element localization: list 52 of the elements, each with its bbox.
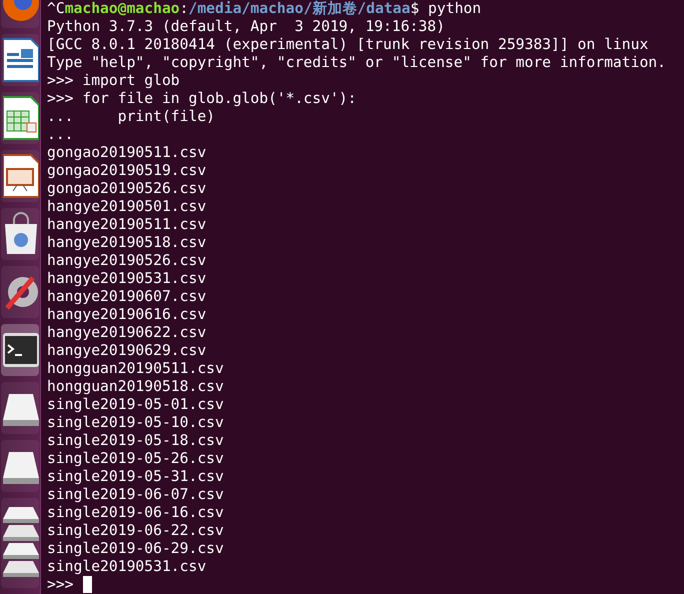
output-line: hangye20190526.csv bbox=[47, 252, 206, 270]
launcher-item[interactable] bbox=[1, 324, 39, 376]
output-line: hongguan20190518.csv bbox=[47, 378, 224, 396]
spreadsheet-icon bbox=[3, 95, 39, 141]
presentation-icon bbox=[3, 153, 39, 199]
output-line: hangye20190616.csv bbox=[47, 306, 206, 324]
output-line: >>> for file in glob.glob('*.csv'): bbox=[47, 90, 356, 108]
output-line: >>> import glob bbox=[47, 72, 180, 90]
terminal-icon bbox=[3, 331, 39, 369]
output-line: hangye20190531.csv bbox=[47, 270, 206, 288]
output-line: hangye20190511.csv bbox=[47, 216, 206, 234]
prompt-text: ^C bbox=[47, 0, 65, 18]
output-line: hongguan20190511.csv bbox=[47, 360, 224, 378]
text-cursor bbox=[82, 576, 92, 593]
output-line: Python 3.7.3 (default, Apr 3 2019, 19:16:38) bbox=[47, 18, 445, 36]
working-path: /media/machao/新加卷/dataa bbox=[188, 0, 410, 18]
output-line: gongao20190519.csv bbox=[47, 162, 206, 180]
launcher-item[interactable] bbox=[1, 208, 39, 260]
output-line: single2019-05-26.csv bbox=[47, 450, 224, 468]
shopping-bag-icon bbox=[3, 212, 39, 256]
output-line: single2019-05-31.csv bbox=[47, 468, 224, 486]
output-line: hangye20190607.csv bbox=[47, 288, 206, 306]
launcher-item[interactable] bbox=[1, 92, 39, 144]
output-line: hangye20190518.csv bbox=[47, 234, 206, 252]
document-icon bbox=[3, 37, 39, 83]
input-prompt: >>> bbox=[47, 576, 74, 594]
output-line: single20190531.csv bbox=[47, 558, 206, 576]
output-line: single2019-06-16.csv bbox=[47, 504, 224, 522]
output-line: gongao20190526.csv bbox=[47, 180, 206, 198]
output-line: [GCC 8.0.1 20180414 (experimental) [trunk revision 259383]] on linux bbox=[47, 36, 648, 54]
output-line: ... print(file) bbox=[47, 108, 216, 126]
user-host: machao@machao bbox=[64, 0, 180, 18]
output-line: single2019-05-10.csv bbox=[47, 414, 224, 432]
launcher-item[interactable] bbox=[1, 266, 39, 318]
launcher-item[interactable] bbox=[1, 150, 39, 202]
launcher-item[interactable] bbox=[1, 382, 39, 434]
launcher-item[interactable] bbox=[1, 440, 39, 492]
output-line: single2019-06-29.csv bbox=[47, 540, 224, 558]
output-line: single2019-06-22.csv bbox=[47, 522, 224, 540]
command-text: $ python bbox=[410, 0, 482, 18]
output-line: single2019-05-01.csv bbox=[47, 396, 224, 414]
launcher-item[interactable] bbox=[1, 34, 39, 86]
output-line: single2019-06-07.csv bbox=[47, 486, 224, 504]
output-line: ... bbox=[47, 126, 74, 144]
output-line: hangye20190622.csv bbox=[47, 324, 206, 342]
output-line: gongao20190511.csv bbox=[47, 144, 206, 162]
output-line: Type "help", "copyright", "credits" or "license" for more information. bbox=[47, 54, 666, 72]
prompt-separator: : bbox=[180, 0, 188, 18]
output-line: hangye20190501.csv bbox=[47, 198, 206, 216]
launcher-item[interactable] bbox=[1, 498, 39, 588]
output-line: single2019-05-18.csv bbox=[47, 432, 224, 450]
output-line: hangye20190629.csv bbox=[47, 342, 206, 360]
